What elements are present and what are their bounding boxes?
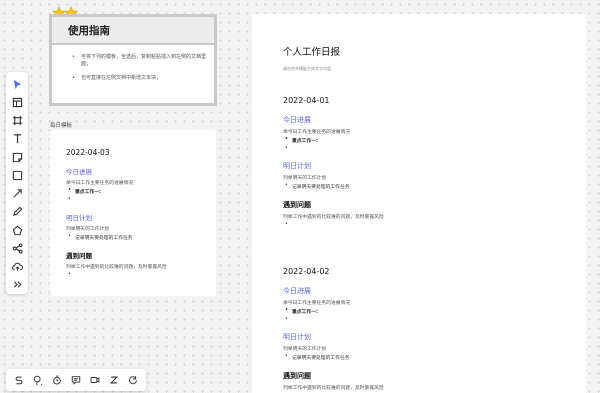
sticky-note-icon <box>12 152 22 162</box>
more-tools[interactable] <box>8 276 26 294</box>
list-item: • 重点工作一: <box>285 308 318 315</box>
video-button[interactable] <box>88 373 103 388</box>
issues-desc: 列举工作中遇到的比较难的问题，及时暴露风险 <box>283 215 384 220</box>
list-item: • 重点工作一: <box>68 188 101 195</box>
guide-item-text: 也可直接在左侧文档中新增文本块； <box>81 75 162 81</box>
upload-tool[interactable] <box>8 258 26 276</box>
issues-title: 遇到问题 <box>283 372 311 380</box>
select-tool[interactable] <box>8 75 26 93</box>
daily-entry: 2022-04-01 今日进展 举今日工作主要任务的进展情况 • 重点工作一: •… <box>283 96 586 227</box>
today-progress-desc: 举今日工作主要任务的进展情况 <box>283 130 351 135</box>
entry-date: 2022-04-03 <box>66 148 110 157</box>
today-progress-title: 今日进展 <box>66 168 92 176</box>
mindmap-tool[interactable] <box>8 239 26 257</box>
list-item: • <box>68 197 71 202</box>
today-progress-title: 今日进展 <box>283 116 311 124</box>
page-subtitle: 请勿合并模板主体文字内容 <box>283 66 331 71</box>
list-item-text: 记录明天要处理的工作任务 <box>292 185 350 190</box>
strike-button[interactable] <box>11 373 26 388</box>
list-item: • <box>285 317 288 322</box>
sticky-note-tool[interactable] <box>8 148 26 166</box>
timer-icon <box>53 375 61 385</box>
daily-entry: 2022-04-02 今日进展 举今日工作主要任务的进展情况 • 重点工作一: •… <box>283 267 586 393</box>
list-item: • 重点工作一: <box>285 137 318 144</box>
guide-title: 使用指南 <box>52 17 214 45</box>
cursor-icon <box>13 79 21 89</box>
pen-tool[interactable] <box>8 203 26 221</box>
list-item-text: 重点工作一: <box>292 310 318 315</box>
undo-z-icon <box>110 376 119 384</box>
comment-button[interactable] <box>30 373 45 388</box>
text-icon <box>13 134 21 144</box>
bottom-toolbar <box>6 369 146 391</box>
text-tool[interactable] <box>8 130 26 148</box>
arrow-line-icon <box>12 189 22 198</box>
tomorrow-plan-desc: 列举明天的工作计划 <box>283 176 327 181</box>
report-document[interactable]: 个人工作日报 请勿合并模板主体文字内容 2022-04-01 今日进展 举今日工… <box>252 14 586 393</box>
strike-icon <box>15 376 22 385</box>
layout-icon <box>12 97 22 108</box>
chat-icon <box>71 376 81 385</box>
list-item-text: 重点工作一: <box>75 190 101 195</box>
list-item: • <box>285 222 288 227</box>
tomorrow-plan-desc: 列举明天的工作计划 <box>283 347 327 352</box>
today-progress-title: 今日进展 <box>283 287 311 295</box>
tomorrow-plan-title: 明日计划 <box>283 162 311 170</box>
list-item-text: 记录明天要处理的工作任务 <box>75 236 133 241</box>
pen-icon <box>12 206 22 217</box>
cloud-upload-icon <box>11 262 23 271</box>
polygon-tool[interactable] <box>8 221 26 239</box>
guide-item: • 可将下列的模板，全选后，复制粘贴插入到左侧的文档里面； <box>72 54 214 68</box>
timer-button[interactable] <box>49 373 64 388</box>
guide-item: • 也可直接在左侧文档中新增文本块； <box>72 75 214 82</box>
list-item: • <box>285 146 288 151</box>
chat-button[interactable] <box>68 373 83 388</box>
bullet-dot: • <box>72 54 75 60</box>
add-button[interactable] <box>126 373 141 388</box>
left-toolbar <box>6 72 28 294</box>
tomorrow-plan-desc: 列举明天的工作计划 <box>66 227 110 232</box>
shape-tool[interactable] <box>8 166 26 184</box>
frame-icon <box>12 116 22 126</box>
connector-tool[interactable] <box>8 185 26 203</box>
entry-date: 2022-04-01 <box>283 96 330 105</box>
double-chevron-icon <box>13 281 21 289</box>
mindmap-icon <box>12 243 23 254</box>
list-item-text: 重点工作一: <box>292 139 318 144</box>
template-tool[interactable] <box>8 93 26 111</box>
video-icon <box>90 377 100 383</box>
list-item: • 记录明天要处理的工作任务 <box>285 183 350 190</box>
issues-desc: 列举工作中遇到的比较难的问题，及时暴露风险 <box>283 386 384 391</box>
frame-tool[interactable] <box>8 112 26 130</box>
issues-title: 遇到问题 <box>66 252 92 260</box>
bullet-dot: • <box>72 75 75 81</box>
comment-icon <box>33 375 42 385</box>
list-item: • 记录明天要处理的工作任务 <box>68 234 133 241</box>
tomorrow-plan-title: 明日计划 <box>283 333 311 341</box>
list-item-text: 记录明天要处理的工作任务 <box>292 356 350 361</box>
guide-item-text: 可将下列的模板，全选后，复制粘贴插入到左侧的文档里面； <box>81 54 207 67</box>
list-item: • 记录明天要处理的工作任务 <box>285 354 350 361</box>
square-icon <box>12 170 22 181</box>
undo-button[interactable] <box>107 373 122 388</box>
today-progress-desc: 举今日工作主要任务的进展情况 <box>66 181 134 186</box>
issues-title: 遇到问题 <box>283 201 311 209</box>
daily-template-card[interactable]: 2022-04-03 今日进展 举今日工作主要任务的进展情况 • 重点工作一: •… <box>50 130 216 296</box>
today-progress-desc: 举今日工作主要任务的进展情况 <box>283 301 351 306</box>
issues-desc: 列举工作中遇到的比较难的问题，及时暴露风险 <box>66 265 167 270</box>
section-label: 每日模板 <box>50 123 73 129</box>
list-item: • <box>68 272 71 277</box>
entry-date: 2022-04-02 <box>283 267 330 276</box>
add-circle-icon <box>129 376 138 385</box>
pentagon-icon <box>12 225 22 235</box>
tomorrow-plan-title: 明日计划 <box>66 214 92 222</box>
page-title: 个人工作日报 <box>283 47 341 58</box>
guide-card[interactable]: 使用指南 • 可将下列的模板，全选后，复制粘贴插入到左侧的文档里面； • 也可直… <box>49 14 217 106</box>
